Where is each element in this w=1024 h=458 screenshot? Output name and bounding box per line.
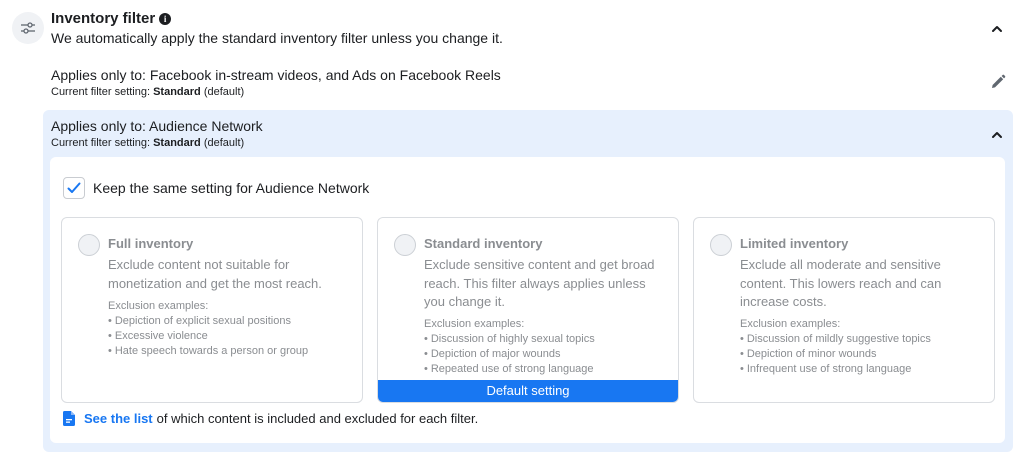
option-title: Full inventory [108, 236, 194, 251]
section-description: We automatically apply the standard inve… [51, 30, 503, 46]
standard-inventory-radio[interactable] [394, 234, 416, 256]
checkbox-label: Keep the same setting for Audience Netwo… [93, 180, 370, 196]
audience-network-options: Keep the same setting for Audience Netwo… [50, 157, 1005, 443]
facebook-row-setting: Current filter setting: Standard (defaul… [51, 86, 1011, 98]
inventory-filter-header[interactable]: Inventory filter i We automatically apply… [0, 0, 1024, 56]
setting-value: Standard [153, 137, 201, 149]
example-item: Infrequent use of strong language [740, 362, 931, 377]
example-item: Repeated use of strong language [424, 362, 595, 377]
setting-prefix: Current filter setting: [51, 137, 154, 149]
default-setting-badge: Default setting [378, 380, 678, 402]
option-title: Limited inventory [740, 236, 849, 251]
exclusion-examples: Exclusion examples: Discussion of mildly… [740, 317, 931, 377]
setting-suffix: (default) [200, 86, 245, 98]
full-inventory-option[interactable]: Full inventory Exclude content not suita… [61, 217, 363, 403]
option-title: Standard inventory [424, 236, 543, 251]
keep-same-setting-checkbox-row[interactable]: Keep the same setting for Audience Netwo… [63, 177, 369, 199]
limited-inventory-radio[interactable] [710, 234, 732, 256]
example-item: Depiction of major wounds [424, 347, 595, 362]
keep-same-setting-checkbox[interactable] [63, 177, 85, 199]
standard-inventory-option[interactable]: Standard inventory Exclude sensitive con… [377, 217, 679, 403]
facebook-row-title: Applies only to: Facebook in-stream vide… [51, 67, 501, 83]
example-item: Discussion of highly sexual topics [424, 332, 595, 347]
setting-suffix: (default) [200, 137, 245, 149]
option-description: Exclude content not suitable for monetiz… [108, 257, 322, 291]
example-item: Discussion of mildly suggestive topics [740, 332, 931, 347]
content-list-footer: See the list of which content is include… [63, 411, 478, 426]
example-item: Hate speech towards a person or group [108, 344, 308, 359]
examples-label: Exclusion examples: [740, 318, 841, 330]
example-item: Depiction of minor wounds [740, 347, 931, 362]
info-icon[interactable]: i [159, 13, 172, 25]
pencil-icon[interactable] [990, 74, 1006, 90]
section-title: Inventory filter i [51, 10, 172, 27]
option-description: Exclude sensitive content and get broad … [424, 257, 655, 309]
chevron-up-icon[interactable] [990, 128, 1004, 142]
section-title-text: Inventory filter [51, 10, 156, 27]
exclusion-examples: Exclusion examples: Discussion of highly… [424, 317, 595, 377]
example-item: Depiction of explicit sexual positions [108, 314, 308, 329]
audience-row-setting: Current filter setting: Standard (defaul… [51, 137, 263, 149]
exclusion-examples: Exclusion examples: Depiction of explici… [108, 299, 308, 359]
setting-prefix: Current filter setting: [51, 86, 154, 98]
facebook-placement-row: Applies only to: Facebook in-stream vide… [51, 67, 1011, 103]
chevron-up-icon[interactable] [990, 22, 1004, 36]
examples-label: Exclusion examples: [424, 318, 525, 330]
example-item: Excessive violence [108, 329, 308, 344]
audience-network-header[interactable]: Applies only to: Audience Network Curren… [51, 118, 263, 149]
option-description: Exclude all moderate and sensitive conte… [740, 257, 942, 309]
full-inventory-radio[interactable] [78, 234, 100, 256]
setting-value: Standard [153, 86, 201, 98]
checkmark-icon [67, 182, 81, 193]
document-icon [63, 411, 75, 426]
audience-row-title: Applies only to: Audience Network [51, 118, 263, 134]
audience-network-panel: Applies only to: Audience Network Curren… [43, 110, 1013, 452]
see-the-list-link[interactable]: See the list [84, 411, 153, 426]
examples-label: Exclusion examples: [108, 300, 209, 312]
limited-inventory-option[interactable]: Limited inventory Exclude all moderate a… [693, 217, 995, 403]
sliders-icon [12, 12, 44, 44]
footer-text: of which content is included and exclude… [156, 411, 479, 426]
